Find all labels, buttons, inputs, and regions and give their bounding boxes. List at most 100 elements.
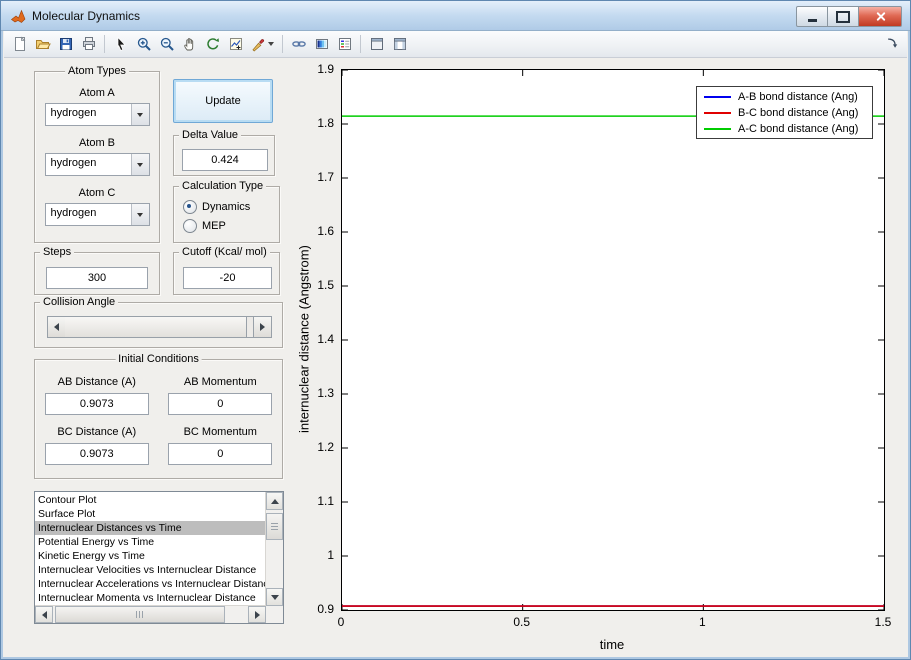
steps-field[interactable] xyxy=(46,267,148,289)
tool-open-file[interactable] xyxy=(31,33,54,55)
chevron-down-icon[interactable] xyxy=(130,104,149,125)
slider-right-arrow[interactable] xyxy=(253,317,271,337)
titlebar[interactable]: Molecular Dynamics xyxy=(1,1,910,31)
tool-show-plot-tools[interactable] xyxy=(388,33,411,55)
initial-conditions-title: Initial Conditions xyxy=(115,353,202,366)
x-tick-label: 1 xyxy=(698,615,706,629)
list-item[interactable]: Internuclear Velocities vs Internuclear … xyxy=(35,563,266,577)
delta-value-title: Delta Value xyxy=(179,129,242,142)
steps-title: Steps xyxy=(40,246,75,259)
cutoff-title: Cutoff (Kcal/ mol) xyxy=(179,246,270,259)
tool-insert-colorbar[interactable] xyxy=(310,33,333,55)
delta-value-field[interactable] xyxy=(182,149,268,171)
tool-insert-legend[interactable] xyxy=(333,33,356,55)
list-item[interactable]: Kinetic Energy vs Time xyxy=(35,549,266,563)
y-tick-label: 1.8 xyxy=(317,116,334,130)
plot-type-listbox[interactable]: Contour Plot Surface Plot Internuclear Dis… xyxy=(34,491,284,624)
brush-icon xyxy=(251,39,264,52)
atom-types-panel: Atom Types Atom A hydrogen Atom B hydrog… xyxy=(34,65,160,243)
ab-momentum-cell: AB Momentum xyxy=(159,376,283,415)
arrow-right-icon xyxy=(260,323,265,331)
chevron-down-icon[interactable] xyxy=(130,154,149,175)
collision-angle-title: Collision Angle xyxy=(40,296,119,309)
tool-brush[interactable] xyxy=(247,33,270,55)
tool-pan[interactable] xyxy=(178,33,201,55)
legend-line-sample xyxy=(704,112,731,114)
bc-momentum-cell: BC Momentum xyxy=(159,426,283,465)
y-tick-label: 1 xyxy=(327,548,334,562)
tool-link-plot[interactable] xyxy=(287,33,310,55)
list-item[interactable]: Internuclear Momenta vs Internuclear Dis… xyxy=(35,591,266,605)
list-item[interactable]: Internuclear Distances vs Time xyxy=(35,521,266,535)
axes[interactable] xyxy=(341,69,885,611)
new-figure-icon xyxy=(14,36,25,51)
calculation-type-panel: Calculation Type Dynamics MEP xyxy=(173,180,280,243)
tool-print-figure[interactable] xyxy=(77,33,100,55)
bc-distance-field[interactable] xyxy=(44,443,149,465)
print-figure-icon xyxy=(82,37,95,50)
scroll-right-button[interactable] xyxy=(248,606,266,623)
bc-momentum-field[interactable] xyxy=(168,443,273,465)
close-button[interactable] xyxy=(859,6,902,27)
arrow-left-icon xyxy=(41,610,47,619)
list-item[interactable]: Surface Plot xyxy=(35,507,266,521)
zoom-in-icon xyxy=(137,37,151,51)
list-item[interactable]: Potential Energy vs Time xyxy=(35,535,266,549)
minimize-button[interactable] xyxy=(796,6,828,27)
tool-zoom-out[interactable] xyxy=(155,33,178,55)
atom-c-select[interactable]: hydrogen xyxy=(44,203,150,226)
vertical-scroll-thumb[interactable] xyxy=(266,513,283,540)
atom-b-label: Atom B xyxy=(78,137,116,149)
tool-data-cursor[interactable] xyxy=(224,33,247,55)
toolbar xyxy=(4,31,907,58)
atom-types-title: Atom Types xyxy=(65,65,129,78)
atom-c-label: Atom C xyxy=(78,187,116,199)
dock-figure-button[interactable] xyxy=(883,34,901,52)
app-window: Molecular Dynamics Atom Types Atom A hyd… xyxy=(0,0,911,660)
radio-dynamics[interactable]: Dynamics xyxy=(183,200,279,214)
atom-b-field: Atom B hydrogen xyxy=(44,137,150,176)
legend-line-sample xyxy=(704,96,731,98)
tool-hide-plot-tools[interactable] xyxy=(365,33,388,55)
bc-distance-cell: BC Distance (A) xyxy=(35,426,159,465)
arrow-left-icon xyxy=(54,323,59,331)
radio-mep-label: MEP xyxy=(202,220,226,232)
scroll-down-button[interactable] xyxy=(266,588,283,606)
scroll-left-button[interactable] xyxy=(35,606,53,623)
bc-distance-label: BC Distance (A) xyxy=(57,426,137,438)
slider-thumb[interactable] xyxy=(65,317,247,337)
open-file-icon xyxy=(35,40,51,49)
slider-left-arrow[interactable] xyxy=(48,317,66,337)
atom-a-label: Atom A xyxy=(79,87,115,99)
rotate-3d-icon xyxy=(206,38,219,50)
tool-edit-plot[interactable] xyxy=(109,33,132,55)
tool-zoom-in[interactable] xyxy=(132,33,155,55)
ab-momentum-field[interactable] xyxy=(168,393,273,415)
horizontal-scroll-thumb[interactable] xyxy=(55,606,225,623)
initial-conditions-panel: Initial Conditions AB Distance (A) AB Mo… xyxy=(34,353,283,479)
update-button[interactable]: Update xyxy=(173,79,273,123)
steps-panel: Steps xyxy=(34,246,160,295)
vertical-scrollbar[interactable] xyxy=(265,492,283,606)
legend[interactable]: A-B bond distance (Ang) B-C bond distance… xyxy=(696,86,873,139)
list-item[interactable]: Contour Plot xyxy=(35,493,266,507)
brush-dropdown-icon[interactable] xyxy=(268,42,274,46)
tool-new-figure[interactable] xyxy=(8,33,31,55)
horizontal-scrollbar[interactable] xyxy=(35,605,266,623)
radio-mep[interactable]: MEP xyxy=(183,219,279,233)
cutoff-field[interactable] xyxy=(183,267,272,289)
legend-entry: A-C bond distance (Ang) xyxy=(697,121,872,137)
maximize-button[interactable] xyxy=(828,6,859,27)
insert-legend-icon xyxy=(338,38,351,50)
y-tick-label: 1.6 xyxy=(317,224,334,238)
atom-a-select[interactable]: hydrogen xyxy=(44,103,150,126)
list-item[interactable]: Internuclear Accelerations vs Internucle… xyxy=(35,577,266,591)
collision-angle-slider[interactable] xyxy=(47,316,272,338)
tool-save-figure[interactable] xyxy=(54,33,77,55)
atom-b-select[interactable]: hydrogen xyxy=(44,153,150,176)
chevron-down-icon[interactable] xyxy=(130,204,149,225)
y-tick-label: 1.3 xyxy=(317,386,334,400)
scroll-up-button[interactable] xyxy=(266,492,283,510)
tool-rotate-3d[interactable] xyxy=(201,33,224,55)
ab-distance-field[interactable] xyxy=(44,393,149,415)
